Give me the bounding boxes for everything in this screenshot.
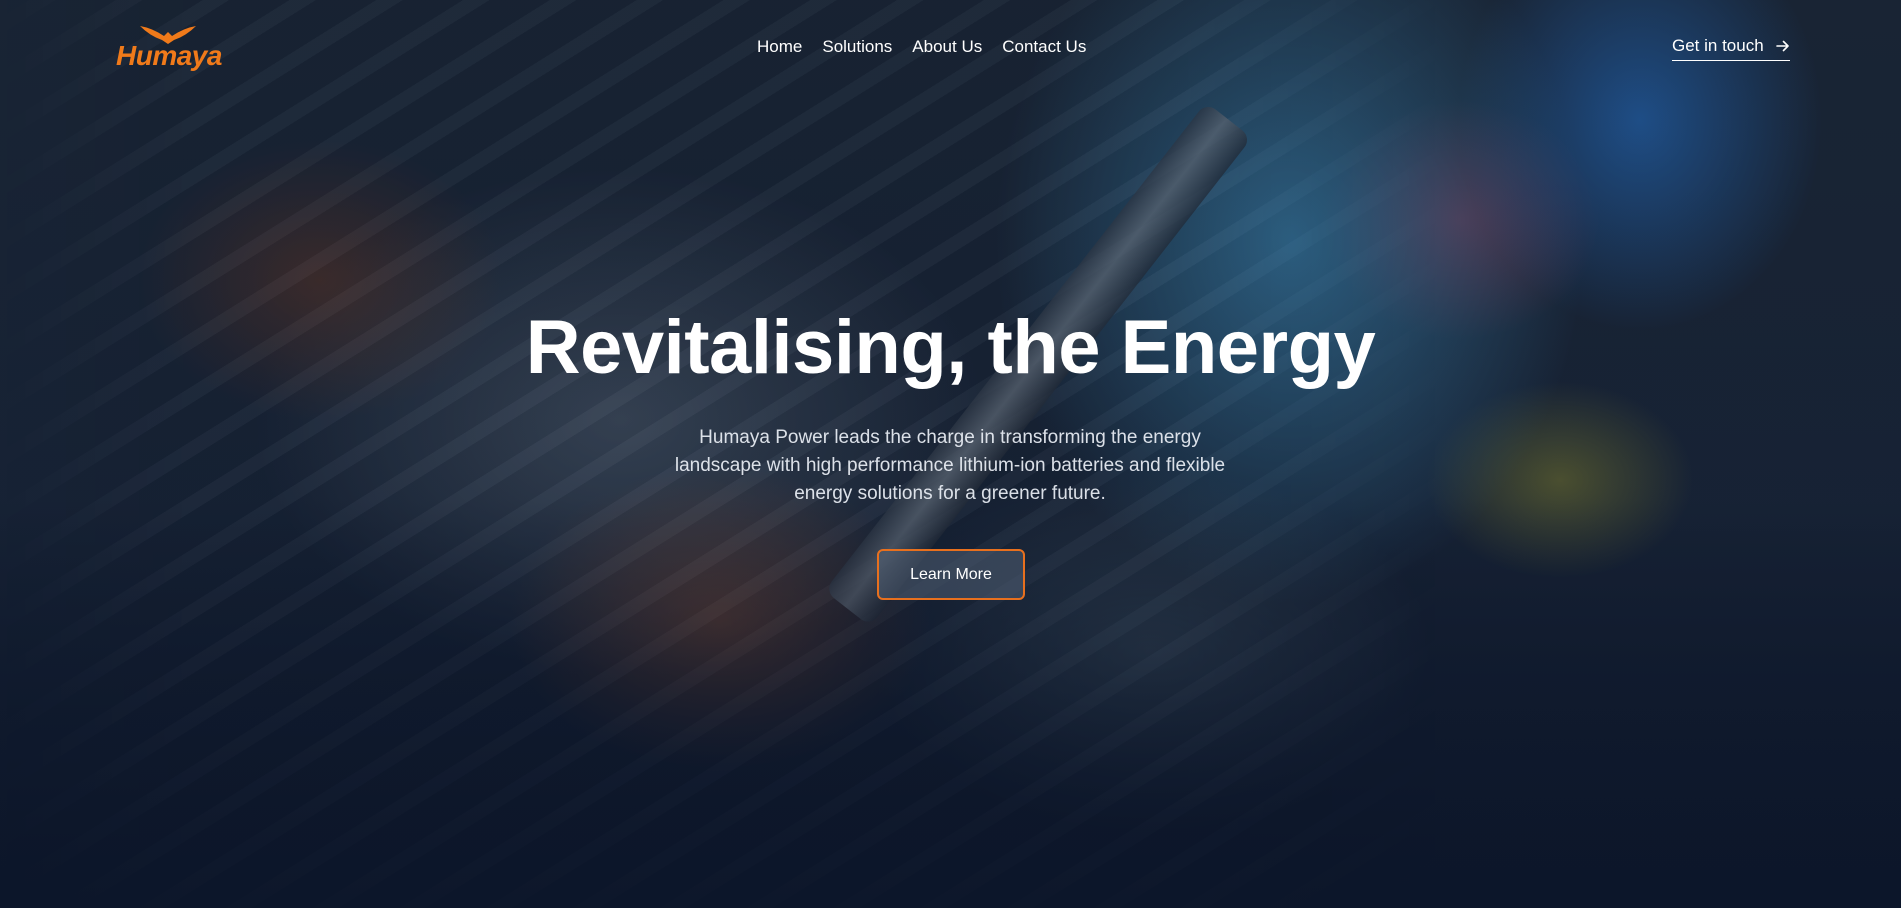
nav-item-about-us[interactable]: About Us	[912, 37, 982, 57]
nav-item-home[interactable]: Home	[757, 37, 802, 57]
hero-title: Revitalising, the Energy	[525, 305, 1376, 390]
main-nav: Home Solutions About Us Contact Us	[757, 37, 1086, 57]
brand-logo-text: Humaya	[116, 40, 222, 71]
learn-more-button[interactable]: Learn More	[877, 549, 1025, 600]
hero-description: Humaya Power leads the charge in transfo…	[674, 427, 1226, 504]
hero-section: Humaya Home Solutions About Us Contact U…	[0, 0, 1901, 908]
arrow-right-icon	[1775, 40, 1789, 52]
nav-item-contact-us[interactable]: Contact Us	[1002, 37, 1086, 57]
brand-logo[interactable]: Humaya	[116, 22, 222, 72]
get-in-touch-link[interactable]: Get in touch	[1672, 36, 1790, 61]
nav-item-solutions[interactable]: Solutions	[822, 37, 892, 57]
hero-content: Revitalising, the Energy Humaya Power le…	[0, 302, 1901, 600]
site-header: Humaya Home Solutions About Us Contact U…	[0, 0, 1901, 96]
get-in-touch-label: Get in touch	[1672, 36, 1764, 55]
